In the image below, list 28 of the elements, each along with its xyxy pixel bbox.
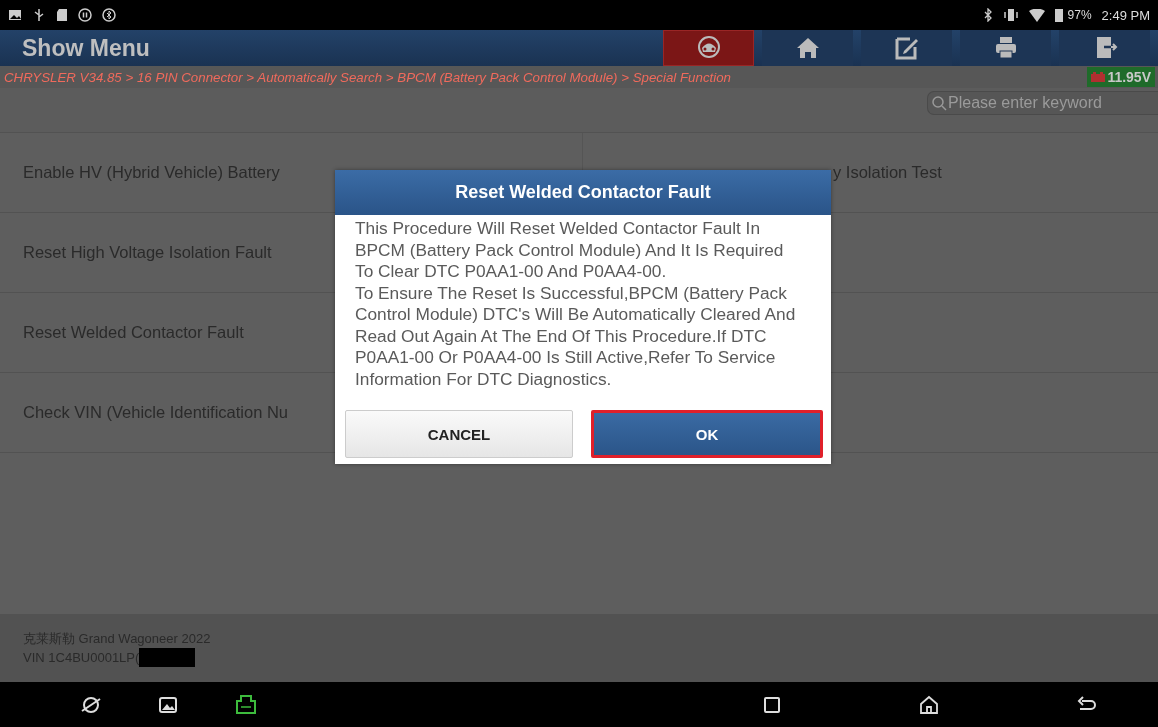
sd-card-icon: [56, 8, 68, 22]
clock: 2:49 PM: [1101, 7, 1150, 23]
dialog-button[interactable]: OK: [591, 410, 823, 458]
recents-icon[interactable]: [762, 694, 782, 715]
redaction-block: [139, 648, 196, 667]
breadcrumb: CHRYSLER V34.85 > 16 PIN Connector > Automatically Search > BPCM (Battery Pack Control Module) > Special Function: [4, 69, 732, 85]
search-field[interactable]: Please enter keyword: [927, 91, 1158, 115]
voltage-badge: 11.95V: [1087, 67, 1155, 87]
usb-icon: [32, 8, 46, 22]
vibrate-icon: [1002, 8, 1019, 22]
vehicle-button[interactable]: [663, 30, 754, 66]
vci-connector-icon[interactable]: [234, 693, 258, 716]
dialog-message: This Procedure Will Reset Welded Contactor Fault In BPCM (Battery Pack Control Module) And It Is Required To Clear DTC P0AA1-00 And P0AA4-00.: [355, 218, 785, 283]
pause-icon: [78, 8, 92, 22]
home-icon[interactable]: [918, 693, 940, 716]
wifi-icon: [1028, 8, 1045, 22]
image-icon: [8, 9, 22, 21]
battery-icon: [1091, 72, 1106, 82]
battery-percent: 97%: [1067, 8, 1092, 22]
gallery-icon[interactable]: [158, 695, 178, 714]
battery-icon: [1054, 8, 1063, 22]
bluetooth-icon: [982, 8, 993, 22]
search-icon: [931, 95, 947, 111]
dialog-title: Reset Welded Contactor Fault: [335, 170, 831, 215]
dialog-button[interactable]: CANCEL: [345, 410, 573, 458]
screen-title: Show Menu: [22, 34, 151, 62]
dialog-message: To Ensure The Reset Is Successful,BPCM (Battery Pack Control Module) DTC's Will Be Automatically Cleared And Read Out Again At The End Of This Procedure.If DTC P0AA1-00 Or P0AA4-00 Is Still Active,Refer To Service Information For DTC Diagnostics.: [355, 282, 797, 390]
bluetooth-circle-icon: [102, 8, 116, 22]
